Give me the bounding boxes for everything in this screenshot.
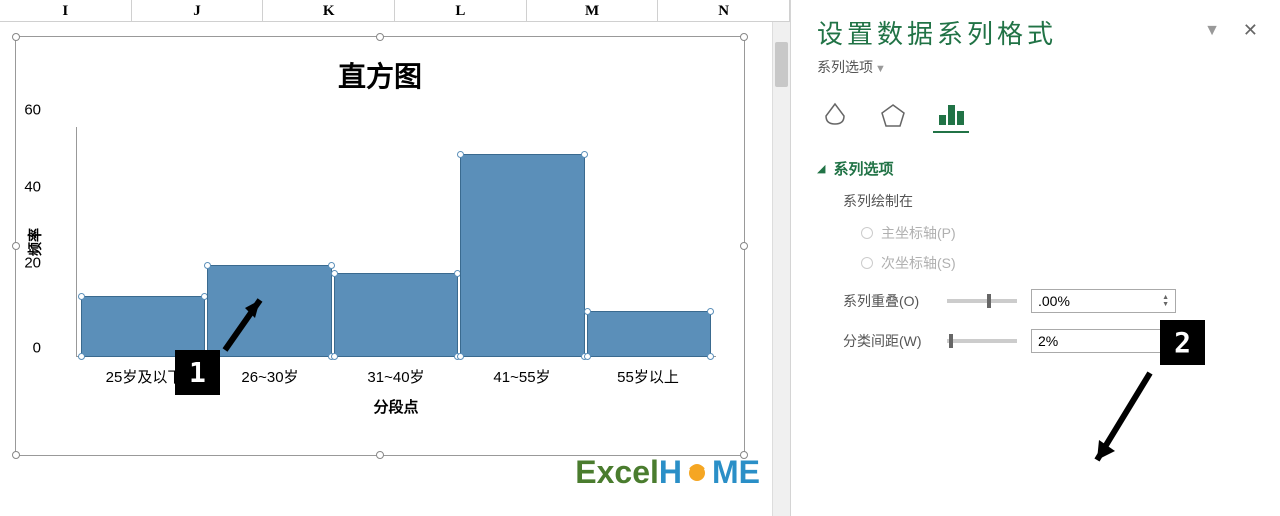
radio-icon (861, 257, 873, 269)
scrollbar-thumb[interactable] (775, 42, 788, 87)
close-icon[interactable]: ✕ (1243, 20, 1258, 41)
data-bar[interactable] (334, 273, 458, 357)
plot-area[interactable]: 0 20 40 60 频率 25岁及以下26~30岁31~40岁41~55岁55… (76, 127, 716, 357)
x-category-label: 41~55岁 (459, 366, 585, 387)
embedded-chart[interactable]: 直方图 0 20 40 60 频率 25岁及以下26~30岁31~40岁41~5… (15, 36, 745, 456)
data-series[interactable] (81, 127, 711, 357)
y-tick: 0 (33, 340, 41, 357)
y-tick: 40 (24, 178, 41, 195)
overlap-input[interactable]: .00% ▲▼ (1031, 289, 1176, 313)
gap-slider[interactable] (947, 339, 1017, 343)
radio-icon (861, 227, 873, 239)
resize-handle[interactable] (740, 242, 748, 250)
data-bar[interactable] (81, 296, 205, 357)
fill-line-icon[interactable] (817, 97, 853, 133)
x-category-label: 55岁以上 (585, 366, 711, 387)
y-tick: 60 (24, 102, 41, 119)
col-header[interactable]: J (132, 0, 264, 21)
data-bar[interactable] (460, 154, 584, 357)
col-header[interactable]: K (263, 0, 395, 21)
plot-on-label: 系列绘制在 (843, 191, 1260, 211)
resize-handle[interactable] (12, 451, 20, 459)
resize-handle[interactable] (12, 242, 20, 250)
y-axis-label[interactable]: 频率 (25, 228, 45, 256)
series-options-dropdown[interactable]: 系列选项▼ (817, 57, 1260, 77)
vertical-scrollbar[interactable] (772, 22, 790, 516)
primary-axis-radio: 主坐标轴(P) (861, 223, 1260, 243)
spinner-icon[interactable]: ▲▼ (1162, 294, 1169, 308)
triangle-down-icon: ◢ (817, 162, 825, 175)
overlap-slider[interactable] (947, 299, 1017, 303)
secondary-axis-radio: 次坐标轴(S) (861, 253, 1260, 273)
watermark-logo: ExcelHME (575, 453, 760, 491)
annotation-callout-1: 1 (175, 350, 220, 395)
effects-icon[interactable] (875, 97, 911, 133)
annotation-arrow-icon (1085, 365, 1165, 475)
col-header[interactable]: I (0, 0, 132, 21)
section-toggle[interactable]: ◢ 系列选项 (817, 158, 1260, 179)
series-overlap-label: 系列重叠(O) (843, 291, 933, 311)
y-tick: 20 (24, 255, 41, 272)
data-bar[interactable] (587, 311, 711, 357)
resize-handle[interactable] (376, 451, 384, 459)
col-header[interactable]: L (395, 0, 527, 21)
resize-handle[interactable] (12, 33, 20, 41)
format-pane: 设置数据系列格式 ▼ ✕ 系列选项▼ ◢ 系列选项 系列绘制在 (790, 0, 1280, 516)
x-category-label: 31~40岁 (333, 366, 459, 387)
worksheet-area: I J K L M N 直方图 0 20 40 (0, 0, 790, 516)
col-header[interactable]: N (658, 0, 790, 21)
gap-width-label: 分类间距(W) (843, 331, 933, 351)
chevron-down-icon[interactable]: ▼ (1204, 22, 1220, 40)
pane-title: 设置数据系列格式 (817, 14, 1260, 51)
annotation-callout-2: 2 (1160, 320, 1205, 365)
y-axis (76, 127, 77, 357)
annotation-arrow-icon (215, 290, 275, 360)
gap-input[interactable]: 2% ▲▼ (1031, 329, 1176, 353)
chart-title[interactable]: 直方图 (16, 55, 744, 95)
x-category-label: 26~30岁 (207, 366, 333, 387)
resize-handle[interactable] (740, 33, 748, 41)
column-headers-row: I J K L M N (0, 0, 790, 22)
resize-handle[interactable] (376, 33, 384, 41)
series-options-icon[interactable] (933, 97, 969, 133)
x-axis-title[interactable]: 分段点 (373, 396, 418, 417)
col-header[interactable]: M (527, 0, 659, 21)
